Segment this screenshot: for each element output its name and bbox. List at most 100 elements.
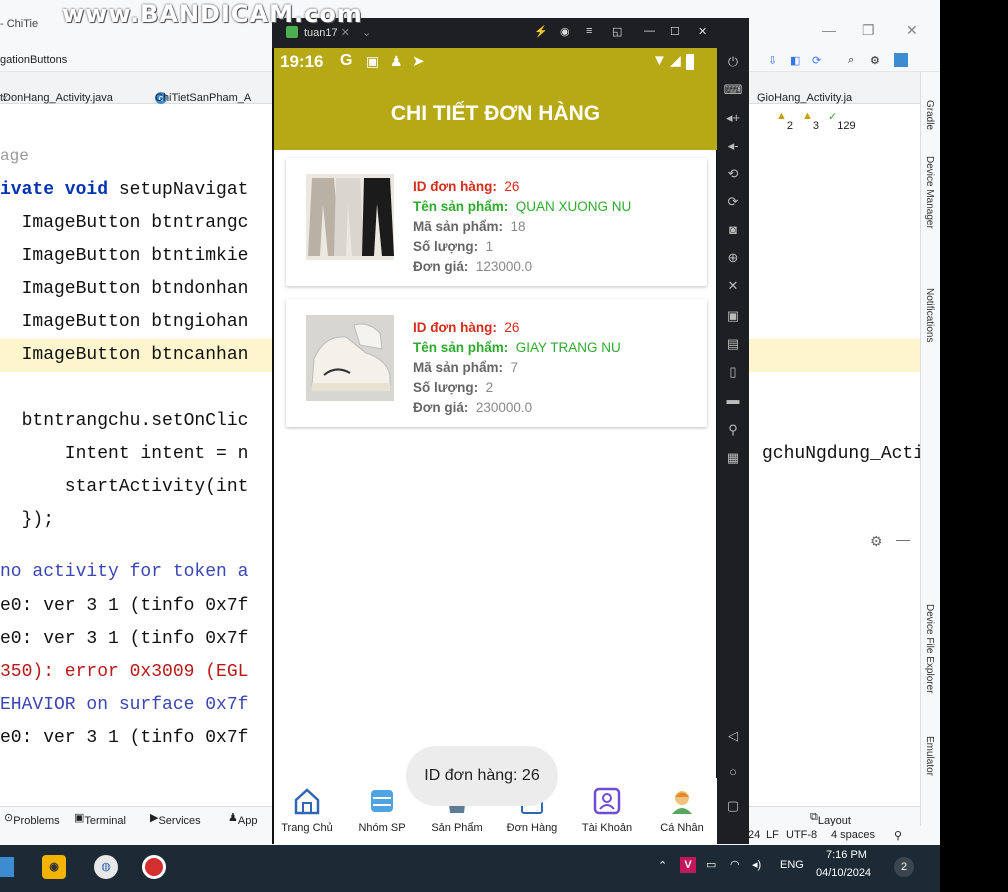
file-encoding[interactable]: UTF-8 <box>786 829 817 841</box>
overview-icon[interactable]: ▢ <box>723 796 743 816</box>
back-icon[interactable]: ◁ <box>723 726 743 746</box>
nav-trang-chu[interactable]: Trang Chủ <box>270 786 344 834</box>
window-icon[interactable]: ◱ <box>612 25 622 38</box>
emulator-tool[interactable]: Emulator <box>924 736 935 776</box>
log-line: no activity for token a <box>0 562 249 582</box>
device-icon[interactable]: ◧ <box>790 54 800 67</box>
problems-tab[interactable]: ⊙ Problems <box>4 811 60 827</box>
home-circle-icon[interactable]: ○ <box>723 762 743 782</box>
menu-icon[interactable]: ≡ <box>586 25 592 37</box>
code-line: ImageButton btntimkie <box>0 246 249 266</box>
emu-maximize-icon[interactable]: ☐ <box>670 25 680 38</box>
nav-breadcrumb[interactable]: gationButtons <box>0 54 67 66</box>
code-line: ImageButton btndonhan <box>0 279 249 299</box>
chevron-down-icon[interactable]: ⌄ <box>362 26 371 39</box>
minimize-icon[interactable]: — <box>822 22 836 38</box>
nav-ca-nhan[interactable]: Cá Nhân <box>645 786 719 834</box>
nav-nhom-sp[interactable]: Nhóm SP <box>345 786 419 834</box>
close-icon[interactable]: ✕ <box>906 22 918 39</box>
battery-tray-icon[interactable]: ▭ <box>706 858 716 871</box>
volume-up-icon[interactable]: ◂+ <box>723 108 743 128</box>
notifications-tool[interactable]: Notifications <box>924 288 935 342</box>
extended-icon[interactable]: ▦ <box>723 448 743 468</box>
android-status-bar: 19:16 G ▣ ♟ ➤ ▼ ◢ <box>274 48 717 78</box>
pants-image <box>306 174 394 260</box>
app-taskbar-icon[interactable]: ◍ <box>94 855 118 879</box>
rotate-icon[interactable]: ⟲ <box>723 164 743 184</box>
device-file-explorer-tool[interactable]: Device File Explorer <box>924 604 935 693</box>
line-separator[interactable]: LF <box>766 829 779 841</box>
code-line: age <box>0 147 29 165</box>
sneaker-image <box>306 315 394 401</box>
cross-icon[interactable]: ✕ <box>723 276 743 296</box>
wifi-tray-icon[interactable]: ◠ <box>730 858 740 871</box>
record-taskbar-icon[interactable] <box>142 855 166 879</box>
keyboard-icon[interactable]: ⌨ <box>723 80 743 100</box>
google-icon: G <box>340 52 353 69</box>
battery-icon <box>686 54 694 70</box>
phone-icon[interactable]: ▯ <box>723 362 743 382</box>
windows-taskbar: ◉ ◍ ⌃ V ▭ ◠ ◂) ENG 7:16 PM 04/10/2024 2 <box>0 845 940 892</box>
typo-icon[interactable]: ✓ 129 <box>828 110 856 132</box>
code-line: btntrangchu.setOnClic <box>0 411 249 431</box>
lightning-icon[interactable]: ⚡ <box>534 25 548 38</box>
record-icon[interactable]: ◉ <box>560 25 570 38</box>
git-icon[interactable]: ⇩ <box>768 54 777 67</box>
clock-date[interactable]: 04/10/2024 <box>816 867 871 879</box>
chevron-up-icon[interactable]: ⌃ <box>658 859 667 872</box>
restore-icon[interactable]: ❐ <box>862 22 875 39</box>
app-inspection-tab[interactable]: ♟ App I <box>228 811 257 839</box>
quantity-row: Số lượng: 1 <box>413 239 494 254</box>
search-icon[interactable]: ⌕ <box>848 54 854 67</box>
display-icon[interactable]: ▤ <box>723 334 743 354</box>
bandicam-taskbar-icon[interactable]: ◉ <box>42 855 66 879</box>
gear-icon[interactable]: ⚙ <box>870 54 880 67</box>
cursor-position[interactable]: 24 <box>748 829 760 841</box>
nav-tai-khoan[interactable]: Tài Khoản <box>570 786 644 834</box>
rotate-right-icon[interactable]: ⟳ <box>723 192 743 212</box>
code-line: startActivity(int <box>0 477 249 497</box>
gradle-tool[interactable]: Gradle <box>924 100 935 130</box>
log-line: EHAVIOR on surface 0x7f <box>0 695 249 715</box>
tray-v-icon[interactable]: V <box>680 857 696 873</box>
weak-warning-icon[interactable]: ▲ 3 <box>802 110 819 132</box>
volume-icon[interactable]: ◂) <box>752 858 761 871</box>
phone-screen: 19:16 G ▣ ♟ ➤ ▼ ◢ CHI TIẾT ĐƠN HÀNG ID đ… <box>272 48 717 844</box>
emu-close-icon[interactable]: ✕ <box>698 25 707 38</box>
order-item-card[interactable]: ID đơn hàng: 26 Tên sản phẩm: QUAN XUONG… <box>286 158 707 286</box>
notification-badge[interactable]: 2 <box>894 857 914 877</box>
emulator-toolbar: ⏻ ⌨ ◂+ ◂- ⟲ ⟳ ◙ ⊕ ✕ ▣ ▤ ▯ ▬ ⚲ ▦ ◁ ○ ▢ <box>717 18 749 844</box>
avatar-icon[interactable] <box>894 53 908 67</box>
layout-inspector-tab[interactable]: ⧉ Layout Inspector <box>810 811 863 839</box>
volume-down-icon[interactable]: ◂- <box>723 136 743 156</box>
device-manager-tool[interactable]: Device Manager <box>924 156 935 229</box>
code-line: ivate void setupNavigat <box>0 180 249 200</box>
power-icon[interactable]: ⏻ <box>723 52 743 72</box>
sync-icon[interactable]: ⟳ <box>812 54 821 67</box>
screenshot-icon[interactable]: ◙ <box>723 220 743 240</box>
page-title: CHI TIẾT ĐƠN HÀNG <box>274 78 717 150</box>
zoom-icon[interactable]: ⊕ <box>723 248 743 268</box>
product-code-row: Mã sản phẩm: 18 <box>413 219 526 234</box>
camera-icon[interactable]: ▣ <box>723 306 743 326</box>
start-icon[interactable] <box>0 857 14 877</box>
settings-icon[interactable]: ⚙ <box>870 533 883 550</box>
language-indicator[interactable]: ENG <box>780 859 804 871</box>
account-icon <box>593 787 621 815</box>
indent-setting[interactable]: 4 spaces <box>831 829 875 841</box>
location-icon[interactable]: ⚲ <box>723 420 743 440</box>
services-tab[interactable]: ▶ Services <box>150 811 201 827</box>
folder-icon[interactable]: ▬ <box>723 390 743 410</box>
vcs-icon[interactable]: ⚲ <box>894 829 902 842</box>
wifi-icon: ▼ <box>652 52 667 69</box>
warning-icon[interactable]: ▲ 2 <box>776 110 793 132</box>
hide-panel-icon[interactable]: — <box>896 531 910 547</box>
status-time: 19:16 <box>280 52 324 71</box>
terminal-tab[interactable]: ▣ Terminal <box>74 811 126 827</box>
emu-minimize-icon[interactable]: — <box>644 25 655 37</box>
log-line: 350): error 0x3009 (EGL <box>0 662 249 682</box>
order-id-row: ID đơn hàng: 26 <box>413 179 520 194</box>
log-line: e0: ver 3 1 (tinfo 0x7f <box>0 728 249 748</box>
order-item-card[interactable]: ID đơn hàng: 26 Tên sản phẩm: GIAY TRANG… <box>286 299 707 427</box>
clock-time[interactable]: 7:16 PM <box>826 849 867 861</box>
